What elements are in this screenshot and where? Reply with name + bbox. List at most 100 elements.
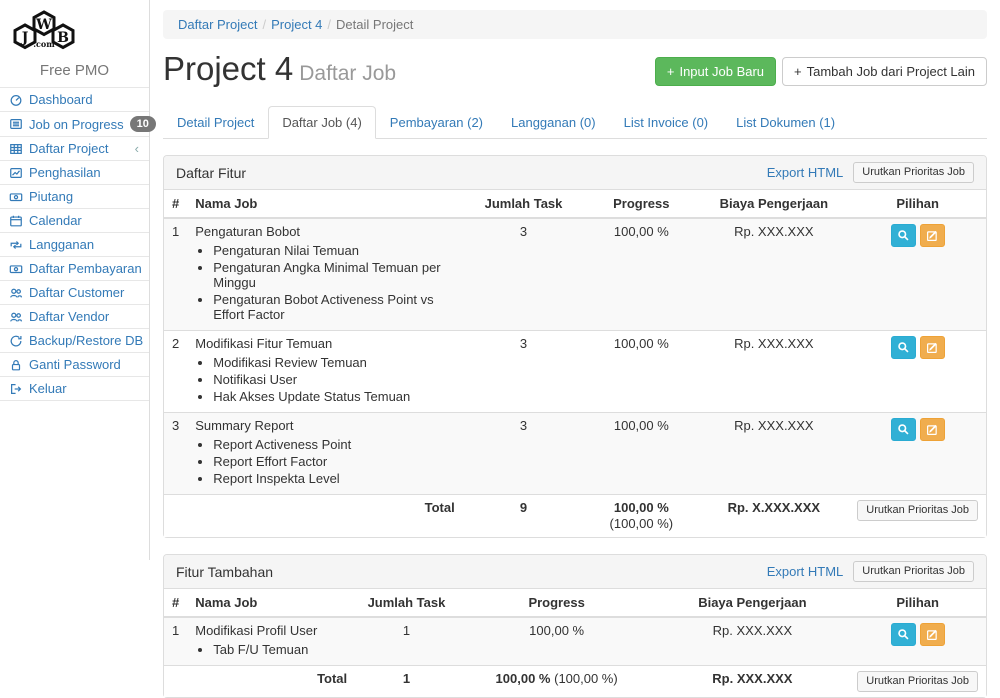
subtask-item: Notifikasi User	[213, 371, 454, 388]
calendar-icon	[8, 214, 23, 228]
task-count: 3	[463, 331, 585, 413]
urutkan-prioritas-job-button[interactable]: Urutkan Prioritas Job	[857, 500, 978, 521]
sidebar-item-keluar[interactable]: Keluar	[0, 377, 149, 401]
edit-icon	[926, 341, 939, 354]
subtask-list: Report Activeness Point Report Effort Fa…	[213, 436, 454, 487]
subtask-list: Pengaturan Nilai Temuan Pengaturan Angka…	[213, 242, 454, 323]
subtask-item: Pengaturan Bobot Activeness Point vs Eff…	[213, 291, 454, 323]
sidebar-item-label: Piutang	[29, 189, 141, 204]
tab-list-dokumen[interactable]: List Dokumen (1)	[722, 106, 849, 139]
task-count: 3	[463, 218, 585, 331]
total-cost: Rp. XXX.XXX	[656, 666, 850, 698]
urutkan-prioritas-job-button[interactable]: Urutkan Prioritas Job	[853, 162, 974, 183]
panel-heading: Daftar Fitur Export HTML Urutkan Priorit…	[164, 156, 986, 190]
task-count: 1	[355, 617, 458, 666]
urutkan-prioritas-job-button[interactable]: Urutkan Prioritas Job	[853, 561, 974, 582]
panel-daftar-fitur: Daftar Fitur Export HTML Urutkan Priorit…	[163, 155, 987, 538]
edit-job-button[interactable]	[920, 224, 945, 247]
row-number: 1	[164, 617, 187, 666]
input-job-baru-button[interactable]: + Input Job Baru	[655, 57, 776, 86]
total-progress: 100,00 % (100,00 %)	[458, 666, 656, 698]
sidebar-item-label: Daftar Project	[29, 141, 129, 156]
edit-job-button[interactable]	[920, 336, 945, 359]
panel-fitur-tambahan: Fitur Tambahan Export HTML Urutkan Prior…	[163, 554, 987, 698]
sidebar-item-dashboard[interactable]: Dashboard	[0, 88, 149, 112]
task-count: 3	[463, 413, 585, 495]
search-icon	[897, 423, 910, 436]
tambah-job-dari-project-lain-button[interactable]: + Tambah Job dari Project Lain	[782, 57, 987, 86]
table-total-row: Total 9 100,00 % (100,00 %) Rp. X.XXX.XX…	[164, 495, 986, 538]
sidebar-item-piutang[interactable]: Piutang	[0, 185, 149, 209]
cost-value: Rp. XXX.XXX	[656, 617, 850, 666]
sidebar-menu: Dashboard Job on Progress 10 Daftar Proj…	[0, 87, 149, 401]
tab-detail-project[interactable]: Detail Project	[163, 106, 268, 139]
edit-job-button[interactable]	[920, 623, 945, 646]
column-header: Pilihan	[849, 589, 986, 617]
sidebar-item-penghasilan[interactable]: Penghasilan	[0, 161, 149, 185]
sidebar-item-job-on-progress[interactable]: Job on Progress 10	[0, 112, 149, 137]
urutkan-prioritas-job-button[interactable]: Urutkan Prioritas Job	[857, 671, 978, 692]
progress-value: 100,00 %	[584, 218, 698, 331]
view-job-button[interactable]	[891, 224, 916, 247]
column-header: Progress	[458, 589, 656, 617]
brand-name: Free PMO	[0, 62, 149, 79]
table-row: 1 Pengaturan Bobot Pengaturan Nilai Temu…	[164, 218, 986, 331]
page-subtitle: Daftar Job	[299, 62, 396, 85]
chevron-left-icon: ‹	[135, 141, 141, 156]
content-area: Daftar Project/Project 4/Detail Project …	[150, 0, 1000, 560]
tab-list-invoice[interactable]: List Invoice (0)	[610, 106, 723, 139]
jwb-hexagon-logo-icon: W J B .com	[0, 6, 88, 60]
page-header: Project 4 Daftar Job + Input Job Baru + T…	[163, 49, 987, 94]
search-icon	[897, 229, 910, 242]
dashboard-icon	[8, 93, 23, 107]
view-job-button[interactable]	[891, 623, 916, 646]
total-cost: Rp. X.XXX.XXX	[698, 495, 849, 538]
search-icon	[897, 628, 910, 641]
sidebar-item-label: Ganti Password	[29, 357, 141, 372]
project-name: Project 4	[163, 50, 293, 87]
page-title: Project 4 Daftar Job	[163, 49, 396, 94]
column-header: Progress	[584, 190, 698, 218]
sidebar-item-langganan[interactable]: Langganan	[0, 233, 149, 257]
sidebar: W J B .com Free PMO Dashboard Job on Pro…	[0, 0, 150, 560]
sidebar-item-label: Daftar Customer	[29, 285, 141, 300]
total-task-count: 9	[463, 495, 585, 538]
app-logo[interactable]: W J B .com Free PMO	[0, 0, 149, 79]
sidebar-item-calendar[interactable]: Calendar	[0, 209, 149, 233]
job-title: Modifikasi Fitur Temuan	[195, 336, 332, 351]
view-job-button[interactable]	[891, 418, 916, 441]
daftar-fitur-table: # Nama Job Jumlah Task Progress Biaya Pe…	[164, 190, 986, 537]
subtask-item: Pengaturan Angka Minimal Temuan per Ming…	[213, 259, 454, 291]
sidebar-item-daftar-project[interactable]: Daftar Project ‹	[0, 137, 149, 161]
tab-pembayaran[interactable]: Pembayaran (2)	[376, 106, 497, 139]
subtask-item: Pengaturan Nilai Temuan	[213, 242, 454, 259]
tab-daftar-job[interactable]: Daftar Job (4)	[268, 106, 375, 139]
subtask-item: Report Inspekta Level	[213, 470, 454, 487]
export-html-link[interactable]: Export HTML	[767, 564, 844, 579]
table-header-row: # Nama Job Jumlah Task Progress Biaya Pe…	[164, 190, 986, 218]
subtask-list: Tab F/U Temuan	[213, 641, 347, 658]
sidebar-item-label: Daftar Vendor	[29, 309, 141, 324]
sidebar-item-daftar-pembayaran[interactable]: Daftar Pembayaran	[0, 257, 149, 281]
job-title: Summary Report	[195, 418, 293, 433]
table-icon	[8, 142, 23, 156]
breadcrumb-link-project-4[interactable]: Project 4	[271, 17, 322, 32]
breadcrumb-separator: /	[257, 17, 271, 32]
export-html-link[interactable]: Export HTML	[767, 165, 844, 180]
sidebar-item-daftar-vendor[interactable]: Daftar Vendor	[0, 305, 149, 329]
sidebar-item-backup-restore-db[interactable]: Backup/Restore DB	[0, 329, 149, 353]
breadcrumb-link-daftar-project[interactable]: Daftar Project	[178, 17, 257, 32]
row-number: 2	[164, 331, 187, 413]
money-icon	[8, 190, 23, 204]
column-header: Biaya Pengerjaan	[656, 589, 850, 617]
view-job-button[interactable]	[891, 336, 916, 359]
sidebar-item-daftar-customer[interactable]: Daftar Customer	[0, 281, 149, 305]
tab-langganan[interactable]: Langganan (0)	[497, 106, 610, 139]
breadcrumb-current: Detail Project	[336, 17, 413, 32]
subtask-item: Report Activeness Point	[213, 436, 454, 453]
edit-job-button[interactable]	[920, 418, 945, 441]
svg-text:.com: .com	[33, 39, 55, 49]
list-icon	[8, 117, 23, 131]
sidebar-item-ganti-password[interactable]: Ganti Password	[0, 353, 149, 377]
cost-value: Rp. XXX.XXX	[698, 218, 849, 331]
